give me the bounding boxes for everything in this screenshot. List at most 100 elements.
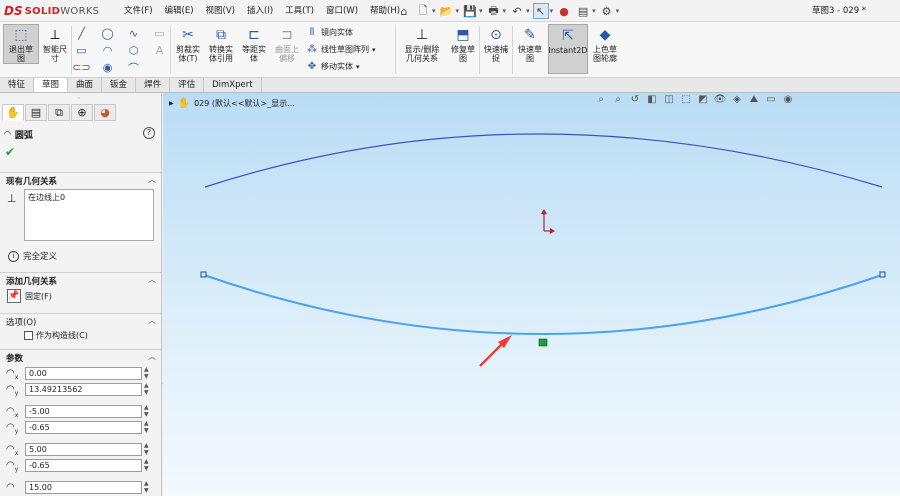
group-header[interactable]: 选项(O) ︿ (0, 313, 161, 328)
menu-file[interactable]: 文件(F) (118, 0, 159, 22)
repair-sketch-button[interactable]: ⬒ 修复草 图 (448, 26, 478, 64)
shaded-sketch-contours-button[interactable]: ◆ 上色草 图轮廓 (590, 26, 620, 64)
circle-icon[interactable]: ◯ (100, 26, 115, 41)
property-manager-tab-icon[interactable]: ▤ (25, 104, 47, 121)
show-delete-relations-button[interactable]: ⊥ 显示/删除 几何关系 (398, 26, 446, 64)
end-y-field[interactable]: -0.65 (25, 459, 142, 472)
on-edge-relation-icon[interactable] (538, 338, 548, 347)
expand-arrow-icon[interactable]: ▶ (169, 100, 174, 107)
menu-edit[interactable]: 编辑(E) (159, 0, 200, 22)
offset-on-surface-button[interactable]: ⊐ 曲面上 偏移 (271, 26, 303, 64)
rapid-sketch-button[interactable]: ✎ 快速草 图 (515, 26, 545, 64)
group-header[interactable]: 添加几何关系 ︿ (0, 272, 161, 287)
center-y-field[interactable]: 13.49213562 (25, 383, 142, 396)
edit-appearance-icon[interactable]: ◈ (731, 93, 743, 106)
offset-entities-button[interactable]: ⊏ 等距实 体 (238, 26, 270, 64)
arc-endpoint-right[interactable] (879, 271, 886, 278)
group-header[interactable]: 现有几何关系 ︿ (0, 172, 161, 187)
collapse-caret-icon[interactable]: ︿ (148, 351, 156, 362)
slot-icon[interactable]: ⊂⊃ (72, 60, 90, 75)
tab-surfaces[interactable]: 曲面 (68, 78, 103, 92)
selected-arc[interactable] (203, 274, 883, 335)
collapse-caret-icon[interactable]: ︿ (148, 315, 156, 326)
line-icon[interactable]: ╱ (74, 26, 89, 41)
polygon-icon[interactable]: ⬡ (126, 43, 141, 58)
feature-tree-flyout[interactable]: ▶ ✋ 029 (默认<<默认>_显示... (169, 98, 295, 109)
quick-snaps-button[interactable]: ⊙ 快速捕 捉 (481, 26, 511, 64)
spline-icon[interactable]: ∿ (126, 26, 141, 41)
undo-dropdown-icon[interactable]: ▾ (526, 7, 530, 15)
undo-icon[interactable]: ↶ (509, 3, 525, 19)
text-icon[interactable]: A (152, 43, 167, 58)
open-folder-icon[interactable]: 📂 (439, 3, 455, 19)
options-gear-icon[interactable]: ⚙ (599, 3, 615, 19)
arc-icon[interactable]: ◠ (100, 43, 115, 58)
menu-insert[interactable]: 插入(I) (241, 0, 279, 22)
rectangle-icon[interactable]: ▭ (74, 43, 89, 58)
file-properties-dropdown-icon[interactable]: ▾ (592, 7, 596, 15)
tab-features[interactable]: 特征 (0, 78, 35, 92)
zoom-to-fit-icon[interactable]: ⌕ (595, 93, 607, 106)
previous-view-icon[interactable]: ↺ (629, 93, 641, 106)
plane-icon[interactable]: ▭ (152, 26, 167, 41)
new-document-icon[interactable]: 🗋 (415, 3, 431, 19)
save-icon[interactable]: 💾 (462, 3, 478, 19)
spinner-icon[interactable]: ▲ ▼ (144, 442, 149, 456)
open-dropdown-icon[interactable]: ▾ (456, 7, 460, 15)
sketch-canvas[interactable] (163, 93, 900, 496)
menu-window[interactable]: 窗口(W) (320, 0, 364, 22)
linear-pattern-button[interactable]: ⁂ 线性草图阵列 ▾ (306, 44, 376, 55)
realview-globe-icon[interactable]: ◉ (782, 93, 794, 106)
tab-weldments[interactable]: 焊件 (136, 78, 171, 92)
print-icon[interactable]: 🖶 (486, 3, 502, 19)
view-settings-icon[interactable]: ▭ (765, 93, 777, 106)
upper-arc[interactable] (204, 133, 883, 188)
spinner-icon[interactable]: ▲ ▼ (144, 404, 149, 418)
dynamic-annotation-icon[interactable]: ◫ (663, 93, 675, 106)
feature-tree-root[interactable]: 029 (默认<<默认>_显示... (194, 98, 295, 109)
move-entities-button[interactable]: ✥ 移动实体 ▾ (306, 61, 360, 72)
ok-checkmark-button[interactable]: ✔ (5, 145, 15, 159)
hide-show-items-icon[interactable]: 👁 (714, 93, 727, 106)
start-x-field[interactable]: -5.00 (25, 405, 142, 418)
configuration-manager-tab-icon[interactable]: ⧉ (48, 104, 70, 121)
group-header[interactable]: 参数 ︿ (0, 349, 161, 364)
collapse-caret-icon[interactable]: ︿ (148, 174, 156, 185)
print-dropdown-icon[interactable]: ▾ (503, 7, 507, 15)
point-icon[interactable]: ◉ (100, 60, 115, 75)
view-orientation-icon[interactable]: ⬚ (680, 93, 692, 106)
dimxpert-manager-tab-icon[interactable]: ⊕ (71, 104, 93, 121)
section-view-icon[interactable]: ◧ (646, 93, 658, 106)
center-x-field[interactable]: 0.00 (25, 367, 142, 380)
spinner-icon[interactable]: ▲ ▼ (144, 420, 149, 434)
fillet-icon[interactable]: ⌒ (126, 60, 141, 75)
linear-pattern-dropdown-icon[interactable]: ▾ (372, 46, 376, 54)
instant2d-button[interactable]: ⇱ Instant2D (548, 24, 588, 74)
list-item[interactable]: 在边线上0 (28, 192, 150, 203)
start-y-field[interactable]: -0.65 (25, 421, 142, 434)
mirror-entities-button[interactable]: ⫴ 镜向实体 (306, 27, 353, 38)
panel-collapse-handle[interactable]: ◦ (77, 95, 81, 102)
display-style-icon[interactable]: ◩ (697, 93, 709, 106)
select-arrow-icon[interactable]: ↖ (532, 3, 549, 19)
spinner-icon[interactable]: ▲ ▼ (144, 366, 149, 380)
new-dropdown-icon[interactable]: ▾ (432, 7, 436, 15)
graphics-area[interactable]: ▶ ✋ 029 (默认<<默认>_显示... ⌕ ⌕ ↺ ◧ ◫ ⬚ ◩ 👁 ◈… (163, 93, 900, 496)
trim-entities-button[interactable]: ✂ 剪裁实 体(T) (172, 26, 204, 64)
radius-field[interactable]: 15.00 (25, 481, 142, 494)
feature-tree-tab-icon[interactable]: ✋ (2, 104, 24, 121)
spinner-icon[interactable]: ▲ ▼ (144, 382, 149, 396)
zoom-to-area-icon[interactable]: ⌕ (612, 93, 624, 106)
move-dropdown-icon[interactable]: ▾ (356, 63, 360, 71)
menu-view[interactable]: 视图(V) (200, 0, 241, 22)
apply-scene-icon[interactable]: ⛰ (748, 93, 760, 106)
rebuild-traffic-light-icon[interactable]: ● (556, 3, 572, 19)
select-dropdown-icon[interactable]: ▾ (550, 7, 554, 15)
spinner-icon[interactable]: ▲ ▼ (144, 480, 149, 494)
exit-sketch-button[interactable]: ⬚ 退出草 图 (3, 24, 39, 64)
spinner-icon[interactable]: ▲ ▼ (144, 458, 149, 472)
checkbox-box[interactable] (24, 331, 33, 340)
file-properties-icon[interactable]: ▤ (575, 3, 591, 19)
convert-entities-button[interactable]: ⧉ 转换实 体引用 (205, 26, 237, 64)
arc-endpoint-left[interactable] (200, 271, 207, 278)
